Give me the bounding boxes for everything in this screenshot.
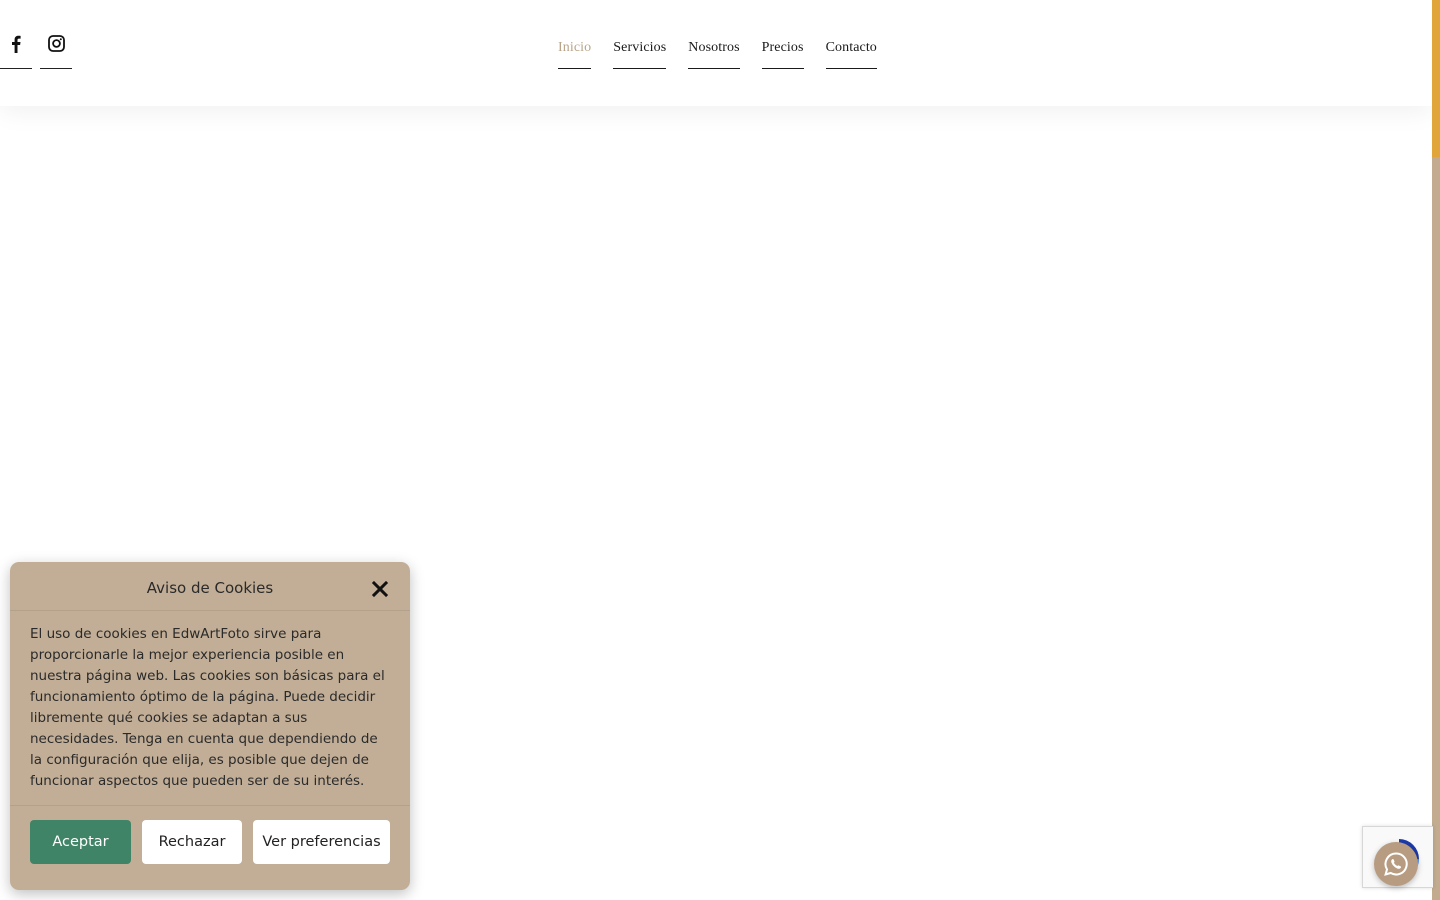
- whatsapp-icon: [1384, 852, 1408, 876]
- reject-button[interactable]: Rechazar: [142, 820, 242, 864]
- divider: [10, 610, 410, 611]
- preferences-button[interactable]: Ver preferencias: [253, 820, 390, 864]
- nav-item-contacto[interactable]: Contacto: [825, 38, 877, 69]
- divider: [10, 805, 410, 806]
- nav-item-inicio[interactable]: Inicio: [558, 38, 592, 69]
- page: Inicio Servicios Nosotros Precios Contac…: [0, 0, 1440, 900]
- nav-item-precios[interactable]: Precios: [761, 38, 804, 69]
- accept-button[interactable]: Aceptar: [30, 820, 131, 864]
- nav-item-nosotros[interactable]: Nosotros: [688, 38, 740, 69]
- facebook-link[interactable]: [0, 20, 32, 69]
- cookie-banner-title: Aviso de Cookies: [146, 579, 274, 597]
- cookie-banner-text: El uso de cookies en EdwArtFoto sirve pa…: [30, 626, 385, 789]
- facebook-icon: [12, 35, 21, 53]
- instagram-link[interactable]: [40, 20, 72, 69]
- whatsapp-button[interactable]: [1374, 842, 1418, 886]
- site-header: Inicio Servicios Nosotros Precios Contac…: [0, 0, 1432, 106]
- page-scrollbar[interactable]: [1432, 0, 1440, 900]
- scrollbar-thumb[interactable]: [1432, 0, 1440, 157]
- close-button[interactable]: [371, 580, 389, 598]
- nav-item-servicios[interactable]: Servicios: [613, 38, 667, 69]
- instagram-icon: [48, 35, 65, 52]
- close-icon: [371, 580, 389, 598]
- cookie-banner: Aviso de Cookies El uso de cookies en Ed…: [10, 562, 410, 890]
- main-nav: Inicio Servicios Nosotros Precios Contac…: [558, 38, 877, 69]
